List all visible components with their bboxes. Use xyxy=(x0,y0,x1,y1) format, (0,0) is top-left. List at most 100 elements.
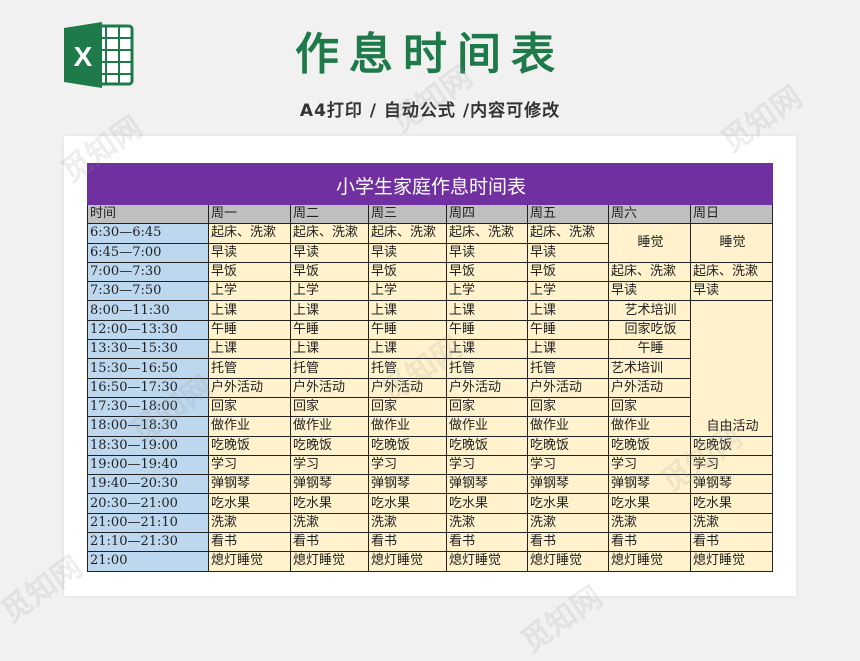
activity-cell: 上学 xyxy=(208,281,291,302)
activity-cell: 学习 xyxy=(208,454,291,476)
activity-cell: 早读 xyxy=(290,242,369,263)
activity-cell: 户外活动 xyxy=(446,377,528,398)
sun-activity-cell: 熄灯睡觉 xyxy=(689,551,774,572)
table-row: 21:00 熄灯睡觉 熄灯睡觉 熄灯睡觉 熄灯睡觉 熄灯睡觉 熄灯睡觉 熄灯睡觉 xyxy=(87,551,774,572)
activity-cell: 托管 xyxy=(208,358,291,379)
table-row: 8:00—11:30 上课 上课 上课 上课 上课 艺术培训 自由活动 xyxy=(87,300,774,437)
activity-cell: 托管 xyxy=(446,358,528,379)
activity-cell: 上课 xyxy=(527,339,609,360)
sun-activity-cell: 吃晚饭 xyxy=(689,435,774,456)
activity-cell: 上课 xyxy=(368,300,447,321)
activity-cell: 吃晚饭 xyxy=(290,435,369,456)
table-row: 19:00—19:40 学习 学习 学习 学习 学习 学习 学习 xyxy=(87,454,774,476)
activity-cell: 吃水果 xyxy=(446,493,528,514)
activity-cell: 起床、洗漱 xyxy=(208,223,291,244)
activity-cell: 午睡 xyxy=(446,319,528,341)
time-cell: 19:40—20:30 xyxy=(87,474,209,495)
header-row: 时间 周一 周二 周三 周四 周五 周六 周日 xyxy=(87,203,774,225)
activity-cell: 户外活动 xyxy=(208,377,291,398)
activity-cell: 学习 xyxy=(446,454,528,476)
time-cell: 12:00—13:30 xyxy=(87,319,209,341)
table-row: 18:00—18:30 做作业 做作业 做作业 做作业 做作业 做作业 xyxy=(87,416,773,437)
activity-cell: 上学 xyxy=(527,281,609,302)
time-cell: 6:30—6:45 xyxy=(87,223,209,244)
sat-activity-cell: 熄灯睡觉 xyxy=(608,551,691,572)
sat-activity-cell: 洗漱 xyxy=(608,512,691,534)
activity-cell: 弹钢琴 xyxy=(527,474,609,495)
sun-activity-cell: 吃水果 xyxy=(689,493,774,514)
activity-cell: 午睡 xyxy=(368,319,447,341)
col-header-mon: 周一 xyxy=(208,203,291,225)
sat-activity-cell: 起床、洗漱 xyxy=(608,261,691,283)
sun-activity-cell: 洗漱 xyxy=(689,512,774,534)
time-cell: 16:50—17:30 xyxy=(87,377,209,398)
activity-cell: 熄灯睡觉 xyxy=(527,551,609,572)
table-row: 16:50—17:30 户外活动 户外活动 户外活动 户外活动 户外活动 户外活动 xyxy=(87,377,773,398)
activity-cell: 起床、洗漱 xyxy=(446,223,528,244)
activity-cell: 做作业 xyxy=(290,416,369,437)
activity-cell: 看书 xyxy=(208,532,291,553)
activity-cell: 吃水果 xyxy=(208,493,291,514)
time-cell: 7:30—7:50 xyxy=(87,281,209,302)
activity-cell: 起床、洗漱 xyxy=(368,223,447,244)
sun-activity-cell: 看书 xyxy=(689,532,774,553)
activity-cell: 熄灯睡觉 xyxy=(208,551,291,572)
table-row: 7:30—7:50 上学 上学 上学 上学 上学 早读 早读 xyxy=(87,281,774,302)
activity-cell: 弹钢琴 xyxy=(208,474,291,495)
page-title: 作息时间表 xyxy=(295,29,565,80)
activity-cell: 洗漱 xyxy=(290,512,369,534)
activity-cell: 回家 xyxy=(368,396,447,418)
page-subtitle: A4打印 / 自动公式 /内容可修改 xyxy=(299,101,561,121)
time-cell: 13:30—15:30 xyxy=(87,339,209,360)
sat-activity-cell: 弹钢琴 xyxy=(608,474,691,495)
table-row: 6:30—6:45 起床、洗漱 起床、洗漱 起床、洗漱 起床、洗漱 起床、洗漱 睡觉 睡觉 xyxy=(87,223,774,263)
activity-cell: 做作业 xyxy=(527,416,609,437)
time-cell: 15:30—16:50 xyxy=(87,358,209,379)
activity-cell: 看书 xyxy=(290,532,369,553)
activity-cell: 上课 xyxy=(290,339,369,360)
sat-activity-cell: 睡觉 xyxy=(608,223,691,263)
sat-activity-cell: 回家吃饭 xyxy=(608,319,691,341)
time-cell: 18:00—18:30 xyxy=(87,416,209,437)
sat-activity-cell: 艺术培训 xyxy=(608,358,691,379)
sat-activity-cell: 户外活动 xyxy=(608,377,691,398)
activity-cell: 吃晚饭 xyxy=(368,435,447,456)
table-row: 19:40—20:30 弹钢琴 弹钢琴 弹钢琴 弹钢琴 弹钢琴 弹钢琴 弹钢琴 xyxy=(87,474,774,495)
sat-activity-cell: 回家 xyxy=(608,396,691,418)
activity-cell: 早饭 xyxy=(368,261,447,283)
sun-activity-cell: 睡觉 xyxy=(689,223,774,263)
sat-activity-cell: 艺术培训 xyxy=(608,300,691,321)
sat-activity-cell: 看书 xyxy=(608,532,691,553)
activity-cell: 熄灯睡觉 xyxy=(368,551,447,572)
activity-cell: 回家 xyxy=(446,396,528,418)
time-cell: 17:30—18:00 xyxy=(87,396,209,418)
activity-cell: 洗漱 xyxy=(527,512,609,534)
activity-cell: 回家 xyxy=(527,396,609,418)
activity-cell: 吃晚饭 xyxy=(446,435,528,456)
activity-cell: 弹钢琴 xyxy=(290,474,369,495)
col-header-wed: 周三 xyxy=(368,203,447,225)
table-row: 7:00—7:30 早饭 早饭 早饭 早饭 早饭 起床、洗漱 起床、洗漱 xyxy=(87,261,774,283)
activity-cell: 上学 xyxy=(290,281,369,302)
time-cell: 7:00—7:30 xyxy=(87,261,209,283)
sun-activity-cell: 起床、洗漱 xyxy=(689,261,774,283)
activity-cell: 吃水果 xyxy=(527,493,609,514)
sun-activity-cell: 弹钢琴 xyxy=(689,474,774,495)
time-cell: 8:00—11:30 xyxy=(87,300,209,321)
table-row: 15:30—16:50 托管 托管 托管 托管 托管 艺术培训 xyxy=(87,358,773,379)
activity-cell: 早饭 xyxy=(290,261,369,283)
sat-activity-cell: 吃晚饭 xyxy=(608,435,691,456)
sun-activity-cell: 自由活动 xyxy=(689,300,774,437)
activity-cell: 做作业 xyxy=(208,416,291,437)
activity-cell: 熄灯睡觉 xyxy=(446,551,528,572)
col-header-tue: 周二 xyxy=(290,203,369,225)
activity-cell: 弹钢琴 xyxy=(446,474,528,495)
activity-cell: 托管 xyxy=(290,358,369,379)
activity-cell: 做作业 xyxy=(368,416,447,437)
activity-cell: 上课 xyxy=(208,339,291,360)
activity-cell: 洗漱 xyxy=(368,512,447,534)
table-row: 17:30—18:00 回家 回家 回家 回家 回家 回家 xyxy=(87,396,773,418)
activity-cell: 吃水果 xyxy=(368,493,447,514)
col-header-thu: 周四 xyxy=(446,203,528,225)
activity-cell: 做作业 xyxy=(446,416,528,437)
